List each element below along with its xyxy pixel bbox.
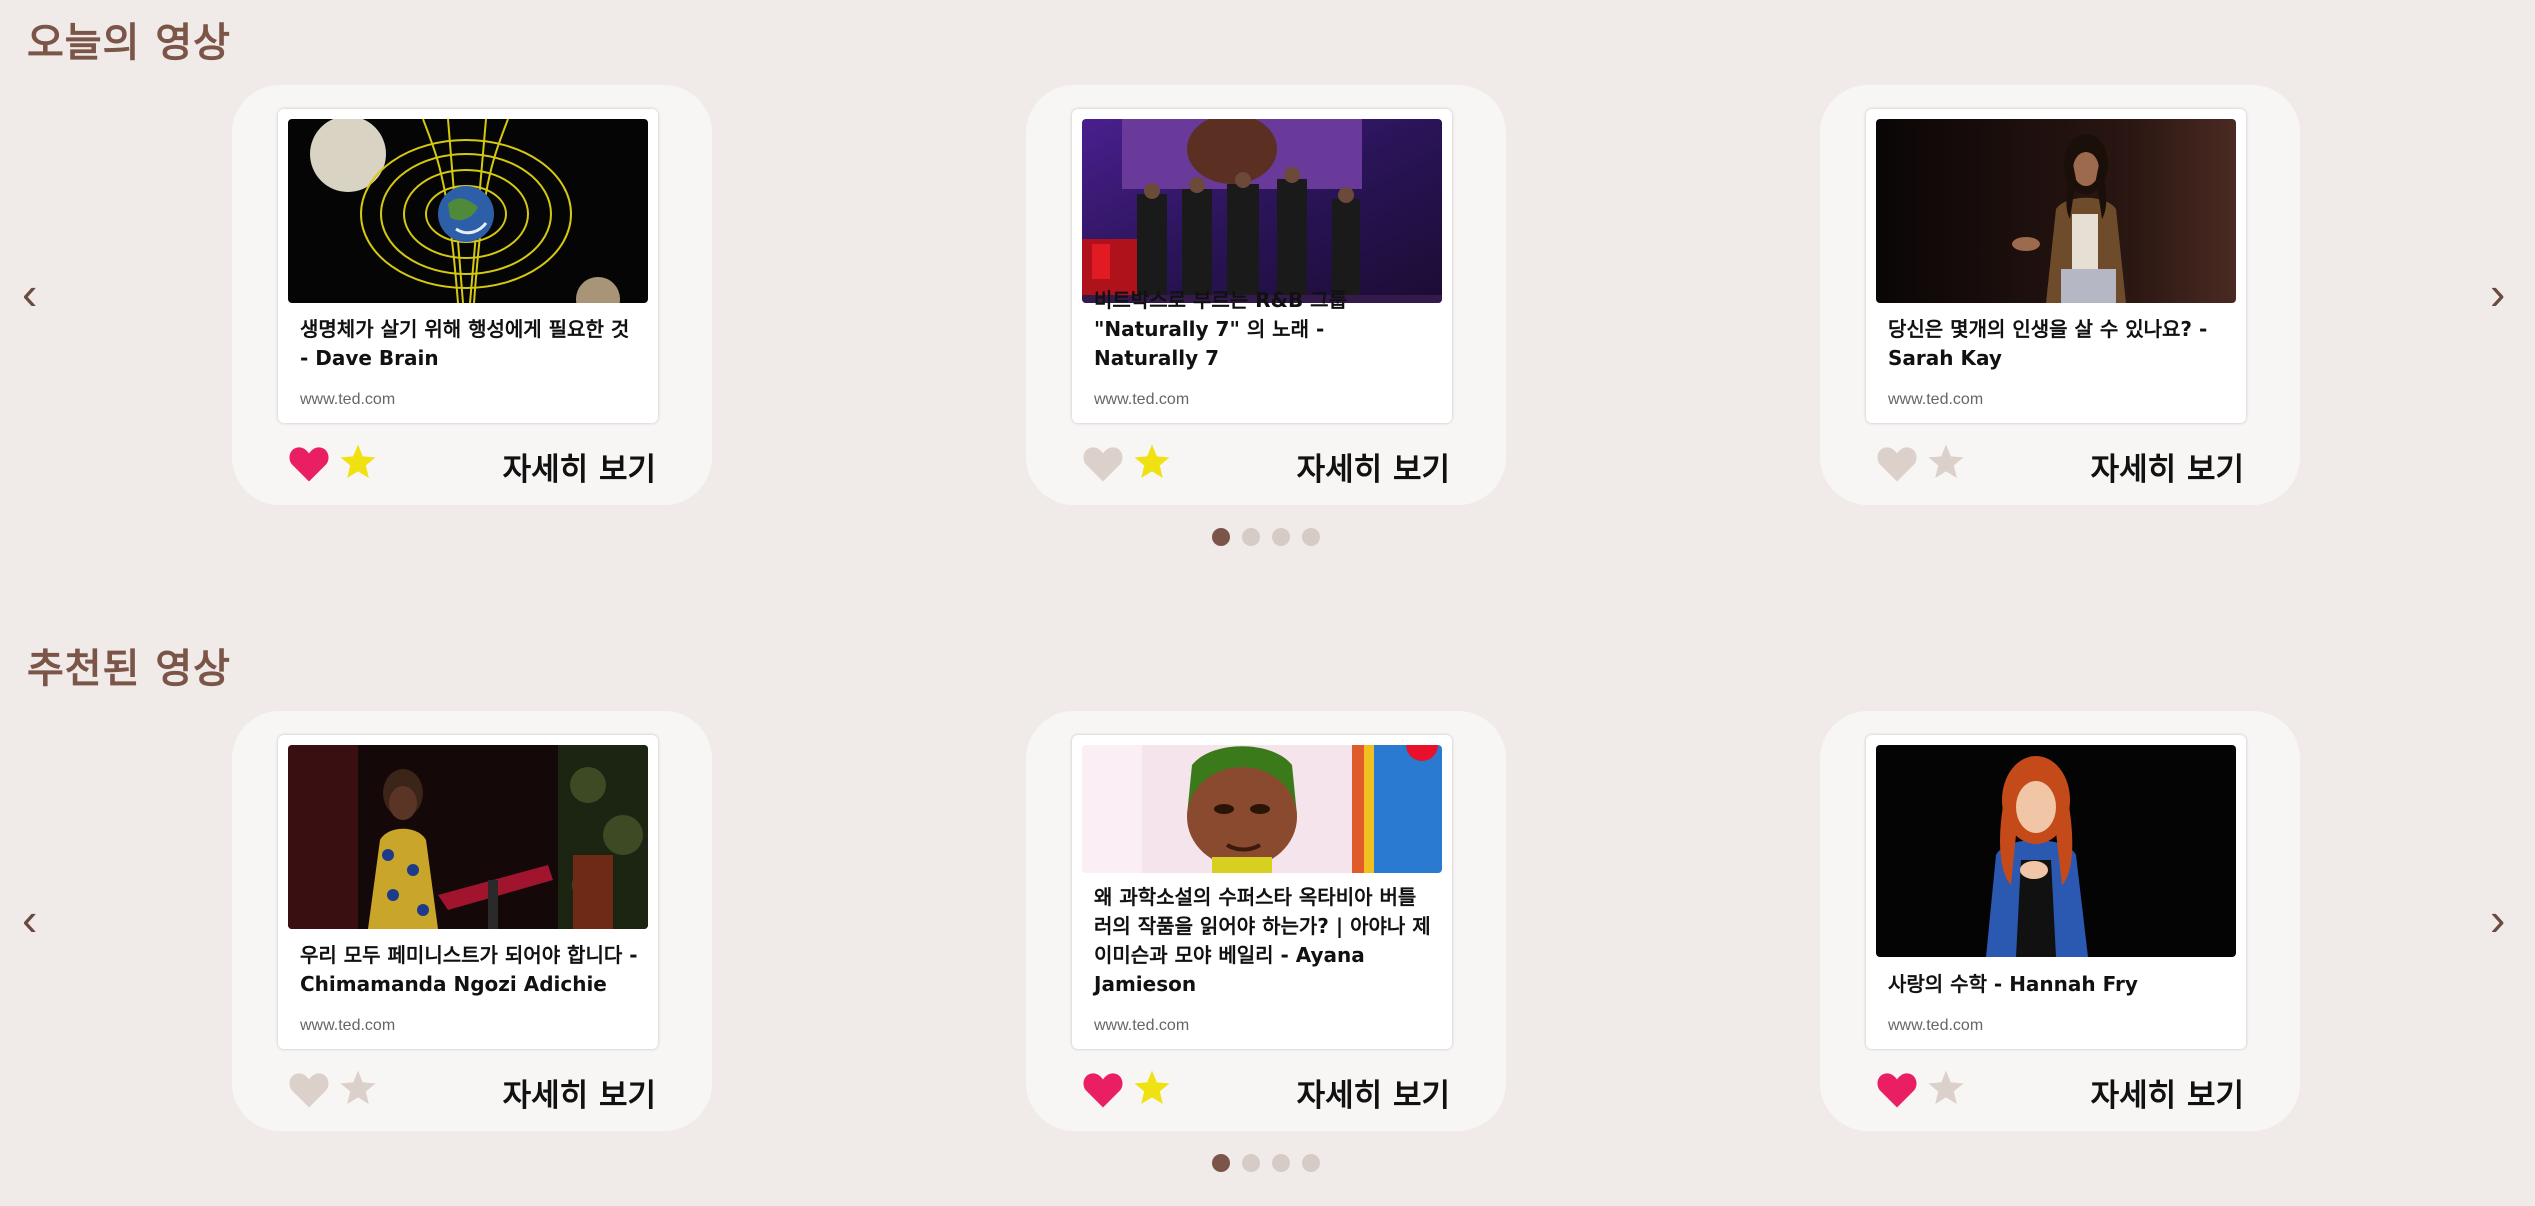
view-details-button[interactable]: 자세히 보기 [503,1070,656,1115]
heart-icon[interactable] [1082,1070,1124,1110]
video-source: www.ted.com [1094,1017,1190,1034]
pagination-dot-1[interactable] [1212,528,1230,546]
video-card[interactable]: 당신은 몇개의 인생을 살 수 있나요? - Sarah Kay www.ted… [1866,109,2246,423]
heart-icon[interactable] [1876,444,1918,484]
view-details-button[interactable]: 자세히 보기 [1297,1070,1450,1115]
video-card[interactable]: 왜 과학소설의 수퍼스타 옥타비아 버틀러의 작품을 읽어야 하는가? | 아야… [1072,735,1452,1049]
card-actions: 자세히 보기 [288,438,656,490]
video-title: 생명체가 살기 위해 행성에게 필요한 것 - Dave Brain [300,317,630,370]
video-title: 사랑의 수학 - Hannah Fry [1888,972,2138,996]
pagination-dot-1[interactable] [1212,1154,1230,1172]
video-thumbnail[interactable] [1876,119,2236,303]
pagination-dot-2[interactable] [1242,528,1260,546]
star-icon[interactable] [1926,442,1966,482]
video-card-container: 왜 과학소설의 수퍼스타 옥타비아 버틀러의 작품을 읽어야 하는가? | 아야… [1026,711,1506,1131]
section-title: 오늘의 영상 [27,20,231,66]
video-source: www.ted.com [1888,391,1984,408]
video-card[interactable]: 비트박스로 부르는 R&B 그룹 "Naturally 7" 의 노래 - Na… [1072,109,1452,423]
video-source: www.ted.com [1888,1017,1984,1034]
card-actions: 자세히 보기 [288,1064,656,1116]
video-card-container: 사랑의 수학 - Hannah Fry www.ted.com 자세히 보기 [1820,711,2300,1131]
chevron-right-icon[interactable]: › [2490,896,2505,942]
star-icon[interactable] [1132,442,1172,482]
view-details-button[interactable]: 자세히 보기 [503,444,656,489]
video-card-container: 우리 모두 페미니스트가 되어야 합니다 - Chimamanda Ngozi … [232,711,712,1131]
video-source: www.ted.com [300,1017,396,1034]
video-card-container: 당신은 몇개의 인생을 살 수 있나요? - Sarah Kay www.ted… [1820,85,2300,505]
section-title: 추천된 영상 [27,646,231,692]
section-today-videos: 오늘의 영상 ‹ › 생명체가 살기 위해 행성에게 필요한 것 - Dave … [0,0,2535,600]
heart-icon[interactable] [288,444,330,484]
video-title: 왜 과학소설의 수퍼스타 옥타비아 버틀러의 작품을 읽어야 하는가? | 아야… [1094,885,1431,996]
video-card[interactable]: 생명체가 살기 위해 행성에게 필요한 것 - Dave Brain www.t… [278,109,658,423]
video-thumbnail[interactable] [1082,119,1442,303]
star-icon[interactable] [1132,1068,1172,1108]
video-card[interactable]: 사랑의 수학 - Hannah Fry www.ted.com [1866,735,2246,1049]
card-actions: 자세히 보기 [1876,1064,2244,1116]
heart-icon[interactable] [1082,444,1124,484]
video-card-container: 생명체가 살기 위해 행성에게 필요한 것 - Dave Brain www.t… [232,85,712,505]
star-icon[interactable] [338,442,378,482]
video-thumbnail[interactable] [288,119,648,303]
view-details-button[interactable]: 자세히 보기 [2091,1070,2244,1115]
view-details-button[interactable]: 자세히 보기 [1297,444,1450,489]
video-title: 당신은 몇개의 인생을 살 수 있나요? - Sarah Kay [1888,317,2208,370]
chevron-left-icon[interactable]: ‹ [22,896,37,942]
card-actions: 자세히 보기 [1082,438,1450,490]
heart-icon[interactable] [288,1070,330,1110]
video-title: 우리 모두 페미니스트가 되어야 합니다 - Chimamanda Ngozi … [300,943,638,996]
chevron-right-icon[interactable]: › [2490,270,2505,316]
video-thumbnail[interactable] [1876,745,2236,957]
video-thumbnail[interactable] [1082,745,1442,873]
star-icon[interactable] [338,1068,378,1108]
pagination-dot-2[interactable] [1242,1154,1260,1172]
star-icon[interactable] [1926,1068,1966,1108]
video-source: www.ted.com [300,391,396,408]
pagination-dot-4[interactable] [1302,1154,1320,1172]
chevron-left-icon[interactable]: ‹ [22,270,37,316]
pagination-dot-3[interactable] [1272,1154,1290,1172]
video-source: www.ted.com [1094,391,1190,408]
card-actions: 자세히 보기 [1876,438,2244,490]
heart-icon[interactable] [1876,1070,1918,1110]
view-details-button[interactable]: 자세히 보기 [2091,444,2244,489]
video-card-container: 비트박스로 부르는 R&B 그룹 "Naturally 7" 의 노래 - Na… [1026,85,1506,505]
pagination-dot-4[interactable] [1302,528,1320,546]
section-recommended-videos: 추천된 영상 ‹ › 우리 모두 페미니스트가 되어야 합니다 - Chimam… [0,626,2535,1206]
card-actions: 자세히 보기 [1082,1064,1450,1116]
pagination-dot-3[interactable] [1272,528,1290,546]
video-card[interactable]: 우리 모두 페미니스트가 되어야 합니다 - Chimamanda Ngozi … [278,735,658,1049]
video-thumbnail[interactable] [288,745,648,929]
video-title: 비트박스로 부르는 R&B 그룹 "Naturally 7" 의 노래 - Na… [1094,288,1347,370]
